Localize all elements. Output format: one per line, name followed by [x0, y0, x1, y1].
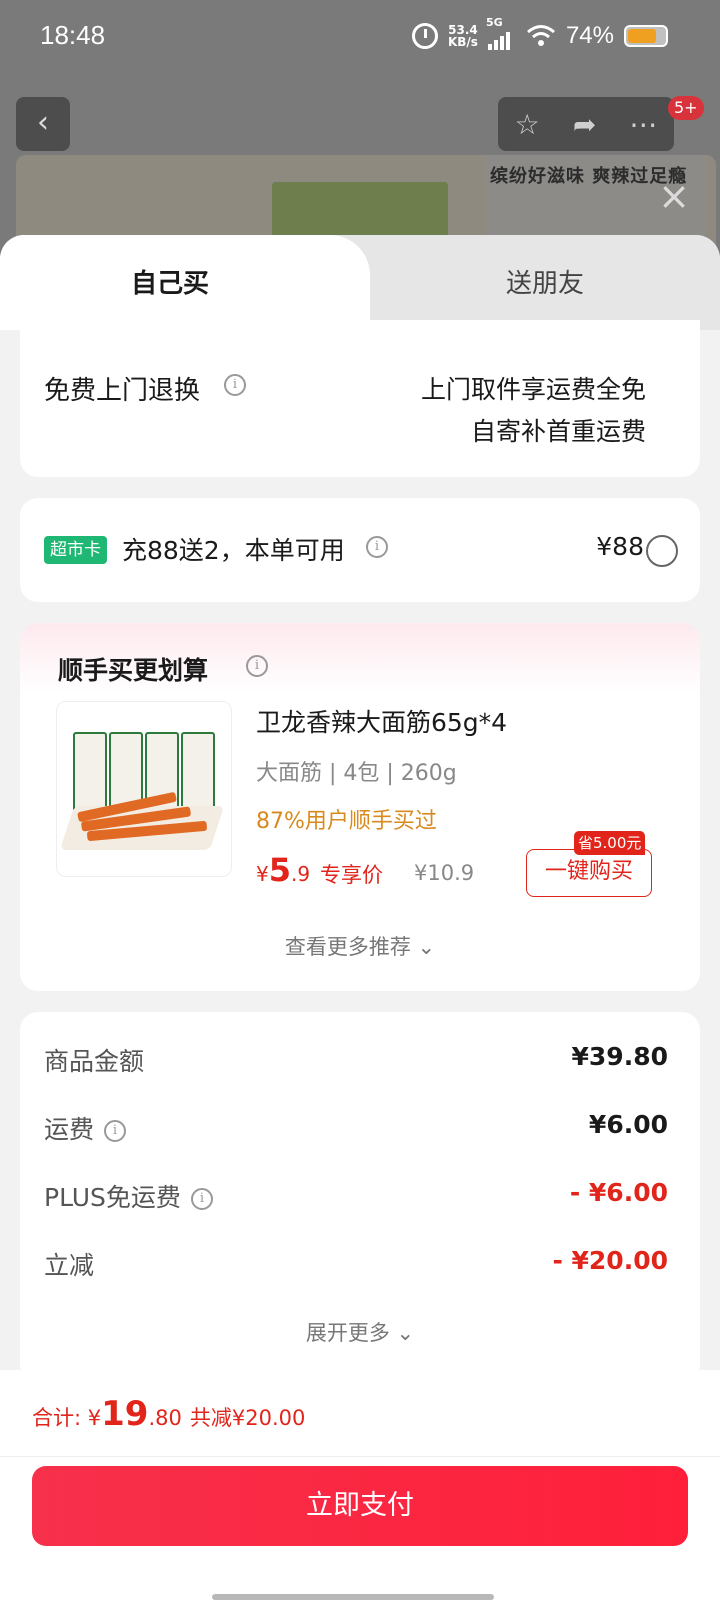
market-card-price: ¥88	[596, 532, 644, 561]
summary-label-text: 运费	[44, 1115, 95, 1144]
summary-label: PLUS免运费 i	[44, 1178, 213, 1214]
product-image[interactable]	[56, 701, 232, 877]
price-summary-card: 商品金额 ¥39.80 运费 i ¥6.00 PLUS免运费 i - ¥6.00 立…	[20, 1012, 700, 1382]
summary-label: 运费 i	[44, 1110, 127, 1146]
expand-more-link[interactable]: 展开更多 ⌄	[20, 1317, 700, 1347]
info-icon[interactable]: i	[190, 1188, 213, 1210]
addon-card: 顺手买更划算 i 卫龙香辣大面筋65g*4 大面筋 | 4包 | 260g 87…	[20, 623, 700, 991]
summary-label-text: PLUS免运费	[44, 1183, 181, 1212]
chevron-left-icon: ‹	[37, 105, 49, 140]
status-icons: 53.4 KB/s 5G 74%	[411, 16, 668, 50]
tab-gift-friend[interactable]: 送朋友	[370, 263, 720, 300]
price-decimal: .9	[291, 862, 311, 886]
return-service-line2: 自寄补首重运费	[470, 417, 646, 446]
summary-value: ¥39.80	[571, 1042, 668, 1071]
info-icon[interactable]: i	[104, 1120, 127, 1142]
summary-value: ¥6.00	[588, 1110, 668, 1139]
network-type: 5G	[485, 16, 503, 29]
divider	[0, 1456, 720, 1457]
summary-row-goods: 商品金额 ¥39.80	[44, 1042, 668, 1082]
status-bar: 18:48 53.4 KB/s 5G 74%	[0, 0, 720, 76]
market-card-badge: 超市卡	[44, 536, 107, 564]
total-integer: 19	[101, 1394, 149, 1434]
top-actions: ☆ ➦ ⋯	[498, 97, 674, 151]
total-label: 合计: ¥	[32, 1406, 102, 1430]
price-integer: 5	[268, 851, 291, 889]
checkout-sheet: 自己买 送朋友 免费上门退换 i 上门取件享运费全免 自寄补首重运费 超市卡 充…	[0, 235, 720, 1600]
return-service-card: 免费上门退换 i 上门取件享运费全免 自寄补首重运费	[20, 320, 700, 477]
summary-row-shipping: 运费 i ¥6.00	[44, 1110, 668, 1150]
return-service-title: 免费上门退换	[44, 376, 201, 406]
market-card-row[interactable]: 超市卡 充88送2，本单可用 i ¥88	[20, 498, 700, 602]
product-name[interactable]: 卫龙香辣大面筋65g*4	[256, 703, 507, 739]
signal-icon: 5G	[486, 16, 516, 50]
exclusive-price-label: 专享价	[320, 863, 383, 887]
net-speed: 53.4 KB/s	[448, 24, 478, 48]
product-price: ¥5.9	[256, 851, 310, 889]
summary-row-discount: 立减 - ¥20.00	[44, 1246, 668, 1286]
checkout-footer: 合计: ¥19.80 共减¥20.00 立即支付	[0, 1370, 720, 1600]
total-decimal: .80	[148, 1406, 182, 1430]
total-line: 合计: ¥19.80 共减¥20.00	[32, 1394, 305, 1434]
info-icon[interactable]: i	[246, 655, 268, 677]
summary-row-plus: PLUS免运费 i - ¥6.00	[44, 1178, 668, 1218]
product-buy-rate: 87%用户顺手买过	[256, 809, 437, 834]
tab-self-buy-label[interactable]: 自己买	[0, 263, 340, 300]
net-speed-unit: KB/s	[447, 35, 478, 49]
original-price: ¥10.9	[414, 861, 475, 885]
more-icon[interactable]: ⋯	[629, 108, 657, 141]
more-recommendations-link[interactable]: 查看更多推荐 ⌄	[20, 931, 700, 961]
savings-badge: 省5.00元	[574, 831, 646, 855]
addon-title: 顺手买更划算	[58, 656, 209, 685]
market-card-text: 充88送2，本单可用	[122, 536, 345, 565]
price-symbol: ¥	[256, 862, 269, 886]
pay-now-button[interactable]: 立即支付	[32, 1466, 688, 1546]
battery-percent: 74%	[565, 22, 614, 49]
home-indicator[interactable]	[212, 1594, 494, 1600]
buy-mode-tabs: 自己买 送朋友	[0, 235, 720, 330]
notification-badge: 5+	[668, 96, 704, 120]
return-service-line1: 上门取件享运费全免	[420, 375, 646, 404]
info-icon[interactable]: i	[366, 536, 388, 558]
star-icon[interactable]: ☆	[515, 108, 540, 141]
summary-label: 商品金额	[44, 1047, 145, 1076]
one-click-buy-button[interactable]: 一键购买	[526, 849, 652, 897]
summary-value: - ¥20.00	[552, 1246, 668, 1275]
battery-icon	[624, 25, 668, 47]
product-spec: 大面筋 | 4包 | 260g	[256, 761, 457, 786]
market-card-radio[interactable]	[646, 535, 678, 567]
status-time: 18:48	[40, 20, 106, 50]
close-icon[interactable]: ×	[656, 177, 692, 215]
wifi-icon	[526, 25, 555, 46]
alarm-icon	[411, 23, 438, 49]
share-icon[interactable]: ➦	[573, 108, 596, 141]
total-discount: 共减¥20.00	[189, 1406, 306, 1430]
summary-label: 立减	[44, 1251, 95, 1280]
back-button[interactable]: ‹	[16, 97, 70, 151]
info-icon[interactable]: i	[224, 374, 246, 396]
summary-value: - ¥6.00	[569, 1178, 668, 1207]
